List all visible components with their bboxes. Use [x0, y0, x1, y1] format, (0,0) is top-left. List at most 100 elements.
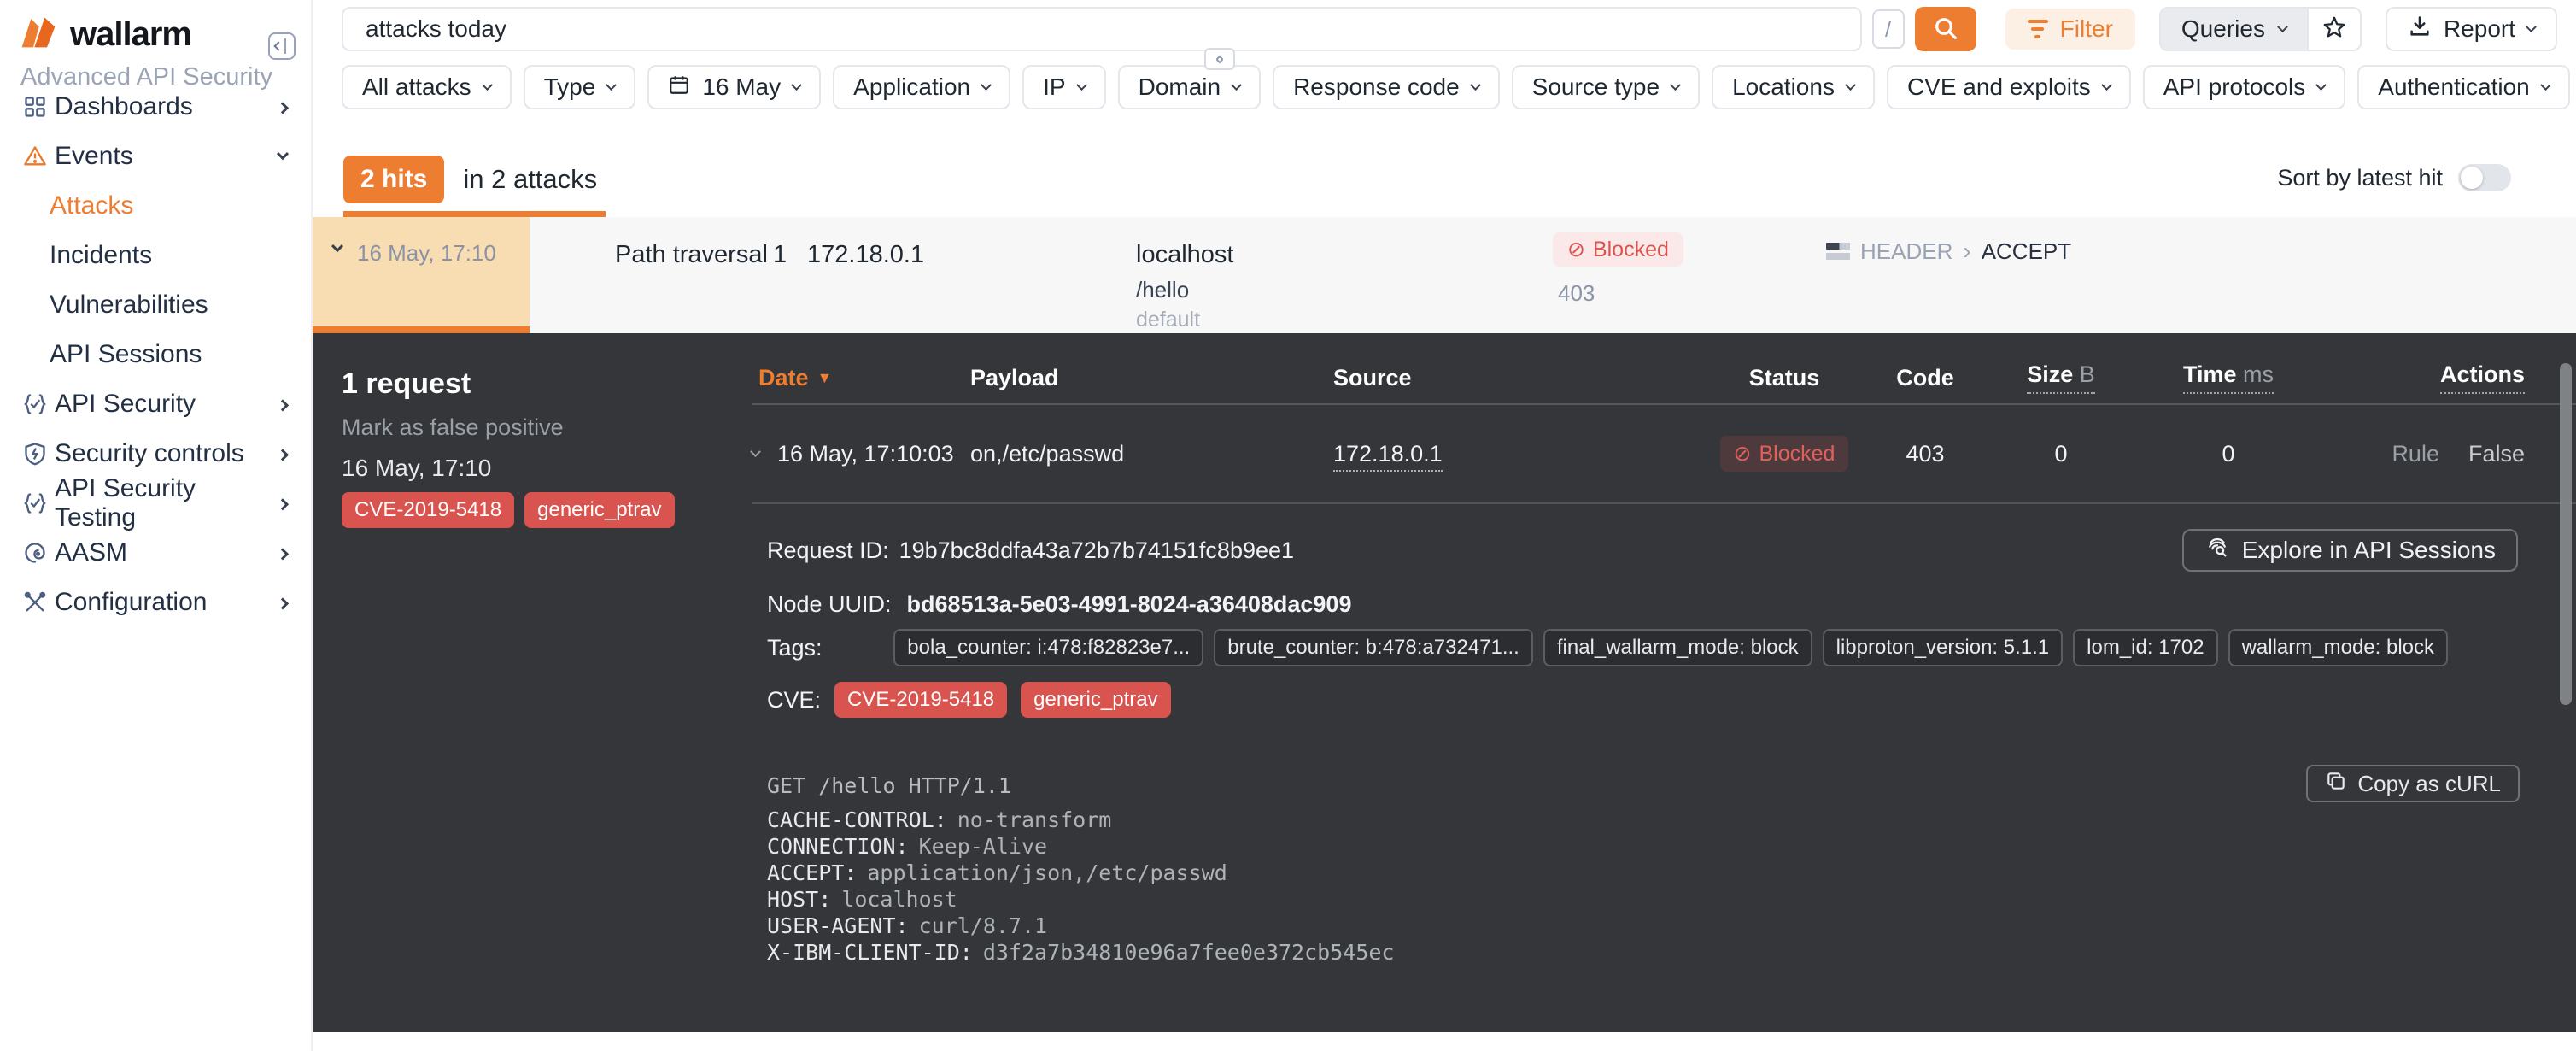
- sidebar-item-attacks[interactable]: Attacks: [0, 181, 311, 231]
- sidebar-item-configuration[interactable]: Configuration: [0, 578, 311, 627]
- scrollbar-thumb[interactable]: [2560, 363, 2572, 705]
- tag-chip[interactable]: wallarm_mode: block: [2228, 629, 2448, 666]
- chevron-down-icon: [2540, 79, 2551, 91]
- braces-check-icon: [20, 390, 50, 419]
- filter-chip-date[interactable]: 16 May: [647, 65, 821, 109]
- request-method-line: GET /hello HTTP/1.1: [767, 772, 2516, 799]
- blocked-icon: ⊘: [1567, 237, 1585, 262]
- column-header-size[interactable]: Size B: [2027, 361, 2095, 394]
- filter-chip-cve-exploits[interactable]: CVE and exploits: [1887, 65, 2131, 109]
- chevron-down-icon: [981, 79, 992, 91]
- column-header-time[interactable]: Time ms: [2183, 361, 2274, 394]
- filter-chip-domain[interactable]: Domain: [1118, 65, 1261, 109]
- sidebar-item-vulnerabilities[interactable]: Vulnerabilities: [0, 280, 311, 330]
- attack-path: /hello: [1136, 277, 1189, 303]
- filter-button[interactable]: Filter: [2005, 9, 2135, 50]
- column-header-actions[interactable]: Actions: [2440, 361, 2525, 394]
- chevron-down-icon: [2315, 79, 2327, 91]
- hits-count-badge: 2 hits: [343, 156, 444, 203]
- sidebar-item-api-security[interactable]: API Security: [0, 379, 311, 429]
- tag-chip[interactable]: final_wallarm_mode: block: [1543, 629, 1812, 666]
- sidebar-item-label: Incidents: [50, 241, 152, 270]
- node-uuid-row: Node UUID: bd68513a-5e03-4991-8024-a3640…: [767, 590, 1351, 619]
- tools-icon: [20, 588, 50, 617]
- sidebar-item-label: Dashboards: [55, 92, 193, 121]
- request-code: 403: [1906, 441, 1944, 467]
- filter-chip-ip[interactable]: IP: [1022, 65, 1105, 109]
- sidebar-collapse-icon[interactable]: [268, 32, 296, 60]
- tags-label: Tags:: [767, 635, 823, 661]
- filter-chip-locations[interactable]: Locations: [1712, 65, 1875, 109]
- requests-table-area: Date ▼ Payload Source Status Code Size B…: [752, 333, 2576, 1032]
- response-code: 403: [1558, 280, 1595, 307]
- chevron-down-icon: [277, 148, 289, 160]
- tag-chip[interactable]: bola_counter: i:478:f82823e7...: [893, 629, 1203, 666]
- report-label: Report: [2444, 15, 2515, 43]
- cve-badge[interactable]: CVE-2019-5418: [342, 492, 514, 528]
- blocked-icon: ⊘: [1734, 441, 1752, 467]
- attack-date-cell[interactable]: 16 May, 17:10: [313, 217, 530, 333]
- search-button[interactable]: [1915, 7, 1976, 51]
- report-button[interactable]: Report: [2386, 7, 2557, 51]
- filter-chip-api-protocols[interactable]: API protocols: [2143, 65, 2346, 109]
- sidebar-item-label: Vulnerabilities: [50, 291, 208, 320]
- favorite-star-button[interactable]: [2307, 9, 2360, 50]
- sidebar-item-incidents[interactable]: Incidents: [0, 231, 311, 280]
- sort-label: Sort by latest hit: [2277, 165, 2443, 191]
- cve-badge[interactable]: generic_ptrav: [524, 492, 674, 528]
- chevron-down-icon: [1470, 79, 1481, 91]
- sidebar-item-api-sessions[interactable]: API Sessions: [0, 330, 311, 379]
- sidebar-item-label: API Security: [55, 390, 196, 419]
- attack-hit-count: 1: [773, 241, 787, 269]
- explore-api-sessions-button[interactable]: Explore in API Sessions: [2182, 529, 2518, 572]
- chevron-right-icon: [277, 548, 289, 560]
- toggle-knob: [2461, 167, 2483, 189]
- filter-chip-all-attacks[interactable]: All attacks: [342, 65, 512, 109]
- swirl-icon: [20, 538, 50, 567]
- sidebar-item-label: Attacks: [50, 191, 133, 220]
- mark-false-positive-link[interactable]: Mark as false positive: [342, 414, 564, 441]
- chevron-down-icon: [482, 79, 493, 91]
- search-input[interactable]: [342, 7, 1862, 51]
- sidebar-item-api-security-testing[interactable]: API Security Testing: [0, 479, 311, 528]
- filter-chip-authentication[interactable]: Authentication: [2357, 65, 2569, 109]
- chevron-down-icon: [1670, 79, 1681, 91]
- sidebar-item-security-controls[interactable]: Security controls: [0, 429, 311, 479]
- tag-chip[interactable]: lom_id: 1702: [2073, 629, 2217, 666]
- sidebar-item-label: API Sessions: [50, 340, 202, 369]
- star-icon: [2321, 15, 2347, 44]
- cve-label: CVE:: [767, 687, 821, 713]
- sidebar-item-events[interactable]: Events: [0, 132, 311, 181]
- queries-button[interactable]: Queries: [2161, 9, 2307, 50]
- queries-group: Queries: [2159, 7, 2362, 51]
- sort-by-latest-hit: Sort by latest hit: [2277, 164, 2511, 191]
- tag-chip[interactable]: libproton_version: 5.1.1: [1823, 629, 2064, 666]
- filter-chips-row: All attacks Type 16 May Application IP D…: [342, 65, 2576, 109]
- request-header-line: USER-AGENT:curl/8.7.1: [767, 913, 2516, 939]
- attack-type: Path traversal: [615, 241, 768, 269]
- brand-logo: wallarm: [20, 15, 191, 54]
- search-resize-handle[interactable]: [1204, 48, 1235, 70]
- request-source-ip[interactable]: 172.18.0.1: [1333, 441, 1443, 472]
- filter-chip-source-type[interactable]: Source type: [1512, 65, 1700, 109]
- column-header-date[interactable]: Date ▼: [752, 365, 970, 391]
- filter-chip-application[interactable]: Application: [833, 65, 1010, 109]
- false-link[interactable]: False: [2468, 441, 2525, 467]
- cve-badge[interactable]: CVE-2019-5418: [834, 682, 1007, 718]
- sidebar-item-dashboards[interactable]: Dashboards: [0, 82, 311, 132]
- sort-toggle[interactable]: [2458, 164, 2511, 191]
- download-icon: [2408, 15, 2432, 44]
- hits-summary: 2 hits in 2 attacks: [343, 156, 597, 203]
- requests-count: 1 request: [342, 367, 471, 401]
- filter-chip-response-code[interactable]: Response code: [1273, 65, 1500, 109]
- rule-link[interactable]: Rule: [2392, 441, 2439, 467]
- tag-chip[interactable]: brute_counter: b:478:a732471...: [1214, 629, 1533, 666]
- request-table-row[interactable]: 16 May, 17:10:03 on,/etc/passwd 172.18.0…: [752, 405, 2576, 504]
- sidebar-item-label: AASM: [55, 538, 127, 567]
- copy-as-curl-button[interactable]: Copy as cURL: [2306, 765, 2520, 802]
- request-header-line: CONNECTION:Keep-Alive: [767, 833, 2516, 860]
- filter-chip-type[interactable]: Type: [524, 65, 636, 109]
- cve-badge[interactable]: generic_ptrav: [1021, 682, 1170, 718]
- attack-row[interactable]: 16 May, 17:10 Path traversal 1 172.18.0.…: [313, 217, 2576, 333]
- sidebar-item-aasm[interactable]: AASM: [0, 528, 311, 578]
